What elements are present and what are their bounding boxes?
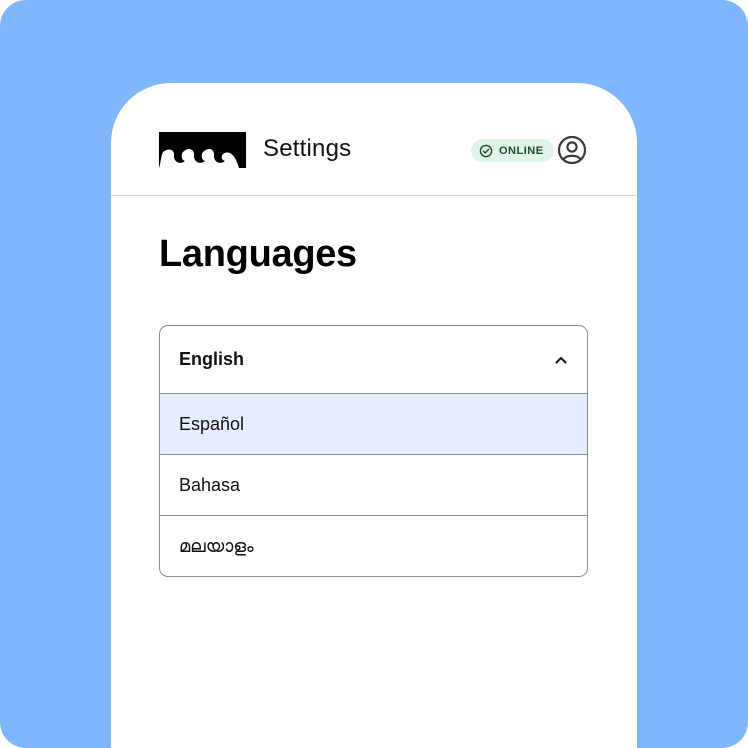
language-select: English Español Bahasa മലയാളം <box>159 325 588 577</box>
chevron-up-icon <box>555 356 567 363</box>
selected-language: English <box>179 349 245 369</box>
wave-logo-icon <box>159 132 246 168</box>
language-option-bahasa[interactable]: Bahasa <box>160 455 587 516</box>
app-title: Settings <box>263 135 352 162</box>
language-option-espanol[interactable]: Español <box>160 394 587 455</box>
top-bar: Settings ONLINE <box>111 83 637 196</box>
page-title: Languages <box>159 233 357 275</box>
user-circle-icon[interactable] <box>557 135 587 165</box>
language-select-toggle[interactable]: English <box>160 326 587 394</box>
app-screen: Settings ONLINE Languages English Españo… <box>111 83 637 748</box>
status-label: ONLINE <box>499 144 544 157</box>
background-canvas: Settings ONLINE Languages English Españo… <box>0 0 748 748</box>
check-circle-icon <box>479 144 493 157</box>
status-badge: ONLINE <box>471 139 554 162</box>
language-option-malayalam[interactable]: മലയാളം <box>160 516 587 576</box>
